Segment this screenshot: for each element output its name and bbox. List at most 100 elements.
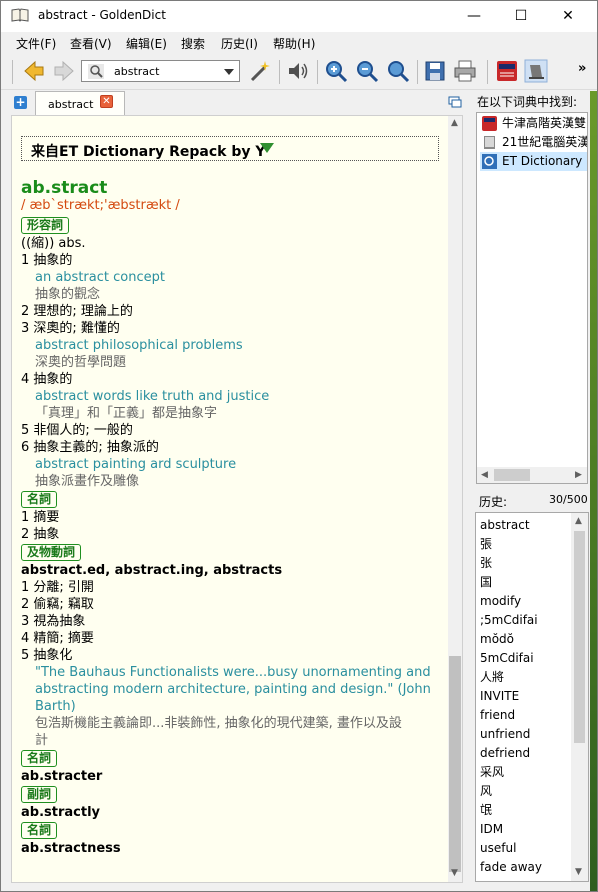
history-item[interactable]: 氓 (480, 801, 492, 820)
example-sentence: abstracting modern architecture, paintin… (35, 682, 431, 697)
tab-list-icon[interactable] (448, 96, 462, 108)
scroll-up-icon[interactable]: ▲ (451, 118, 458, 128)
history-item[interactable]: INVITE (480, 687, 519, 706)
list-item-label: 牛津高階英漢雙 (502, 116, 587, 130)
zoom-reset-icon[interactable] (385, 58, 411, 84)
scrollbar-thumb[interactable] (494, 469, 530, 481)
word-form: ab.stractness (21, 841, 121, 856)
search-input[interactable]: abstract (114, 65, 159, 78)
title-bar: abstract - GoldenDict — ☐ ✕ (1, 1, 597, 32)
history-item[interactable]: fade away (480, 858, 542, 877)
example-translation: 包浩斯機能主義論即...非裝飾性, 抽象化的現代建築, 畫作以及設 (35, 716, 402, 731)
scroll-down-icon[interactable]: ▼ (451, 868, 458, 878)
history-item[interactable]: 张 (480, 554, 492, 573)
example-sentence: "The Bauhaus Functionalists were...busy … (35, 665, 431, 680)
history-item[interactable]: ;5mCdifai (480, 611, 538, 630)
horizontal-scrollbar[interactable]: ◀ ▶ (477, 467, 587, 483)
definition-line: 5 非個人的; 一般的 (21, 423, 133, 438)
example-sentence: abstract painting ard sculpture (35, 457, 237, 472)
search-combobox[interactable]: abstract (81, 60, 240, 82)
article-scrollbar[interactable]: ▲ ▼ (448, 116, 462, 882)
maximize-button[interactable]: ☐ (498, 1, 544, 32)
dictionary-search-icon (482, 154, 497, 169)
list-item-label: ET Dictionary R (502, 154, 587, 168)
menu-view[interactable]: 查看(V) (70, 35, 112, 52)
menu-search[interactable]: 搜索 (181, 35, 205, 52)
tab-abstract[interactable]: abstract ✕ (35, 91, 125, 116)
part-of-speech-badge: 形容詞 (21, 217, 70, 234)
history-item[interactable]: useful (480, 839, 516, 858)
toolbar-separator (317, 60, 318, 84)
part-of-speech-badge: 名詞 (21, 822, 58, 839)
close-button[interactable]: ✕ (545, 1, 591, 32)
history-item[interactable]: modify (480, 592, 521, 611)
oxford-dictionary-icon (482, 116, 497, 131)
zoom-in-icon[interactable] (323, 58, 349, 84)
definition-line: 6 抽象主義的; 抽象派的 (21, 440, 159, 455)
tab-close-icon[interactable]: ✕ (100, 95, 113, 108)
history-item[interactable]: 国 (480, 573, 492, 592)
history-item[interactable]: mŏdŏ (480, 630, 514, 649)
chevron-down-icon[interactable] (224, 69, 234, 75)
forward-arrow-icon[interactable] (51, 58, 77, 84)
history-scrollbar[interactable]: ▲ ▼ (571, 513, 588, 881)
zoom-out-icon[interactable] (354, 58, 380, 84)
back-arrow-icon[interactable] (21, 58, 47, 84)
history-item[interactable]: 风 (480, 782, 492, 801)
search-icon (88, 64, 104, 79)
dictionary-source-header[interactable]: 来自ET Dictionary Repack by Y (21, 136, 439, 161)
definition-line: 2 理想的; 理論上的 (21, 304, 133, 319)
example-translation: 計 (35, 733, 49, 748)
print-icon[interactable] (452, 58, 478, 84)
menu-help[interactable]: 帮助(H) (273, 35, 315, 52)
minimize-icon: — (467, 8, 481, 24)
history-item[interactable]: 5mCdifai (480, 649, 534, 668)
history-item[interactable]: 人將 (480, 668, 504, 687)
list-item-label: 21世紀電腦英漢 (502, 135, 587, 149)
word-form: ab.stractly (21, 805, 101, 820)
definition-line: 1 摘要 (21, 510, 60, 525)
add-tab-icon[interactable]: + (14, 96, 27, 109)
menu-file[interactable]: 文件(F) (16, 35, 56, 52)
history-item[interactable]: 采风 (480, 763, 504, 782)
scroll-down-icon[interactable]: ▼ (575, 867, 582, 877)
menu-bar: 文件(F) 查看(V) 编辑(E) 搜索 历史(I) 帮助(H) (1, 32, 597, 54)
part-of-speech-badge: 副詞 (21, 786, 58, 803)
history-item[interactable]: defriend (480, 744, 530, 763)
save-icon[interactable] (422, 58, 448, 84)
history-item[interactable]: abstract (480, 516, 530, 535)
minimize-button[interactable]: — (451, 1, 497, 32)
history-item[interactable]: 張 (480, 535, 492, 554)
found-in-label: 在以下词典中找到: (477, 95, 578, 109)
book-icon (11, 8, 29, 22)
scrollbar-thumb[interactable] (449, 656, 461, 872)
list-item-selected[interactable]: ET Dictionary R (480, 152, 587, 171)
scrollbar-thumb[interactable] (574, 531, 585, 743)
history-item[interactable]: unfriend (480, 725, 530, 744)
scroll-right-icon[interactable]: ▶ (575, 470, 582, 480)
magic-wand-icon[interactable] (247, 58, 273, 84)
toolbar-separator (417, 60, 418, 84)
scroll-left-icon[interactable]: ◀ (481, 470, 488, 480)
example-translation: 抽象派畫作及雕像 (35, 474, 140, 489)
word-form: abstract.ed, abstract.ing, abstracts (21, 563, 283, 578)
definition-line: 3 視為抽象 (21, 614, 86, 629)
found-in-dictionaries-list: 牛津高階英漢雙 21世紀電腦英漢 ET Dictionary R ◀ ▶ (476, 112, 588, 484)
definition-line: 3 深奧的; 難懂的 (21, 321, 120, 336)
history-item[interactable]: friend (480, 706, 515, 725)
toolbar-overflow-button[interactable]: » (578, 61, 586, 76)
speaker-icon[interactable] (285, 58, 311, 84)
dictionary-book-icon[interactable] (523, 58, 549, 84)
collapse-triangle-icon[interactable] (260, 143, 274, 153)
list-item[interactable]: 牛津高階英漢雙 (480, 114, 587, 133)
oxford-dictionary-icon[interactable] (494, 58, 520, 84)
menu-history[interactable]: 历史(I) (221, 35, 258, 52)
phonetic: / æb`strækt;'æbstrækt / (21, 198, 180, 213)
tab-bar: + abstract ✕ (11, 91, 463, 116)
close-icon: ✕ (562, 8, 574, 24)
list-item[interactable]: 21世紀電腦英漢 (480, 133, 587, 152)
scroll-up-icon[interactable]: ▲ (575, 516, 582, 526)
history-item[interactable]: IDM (480, 820, 503, 839)
example-sentence: Barth) (35, 699, 76, 714)
menu-edit[interactable]: 编辑(E) (126, 35, 167, 52)
